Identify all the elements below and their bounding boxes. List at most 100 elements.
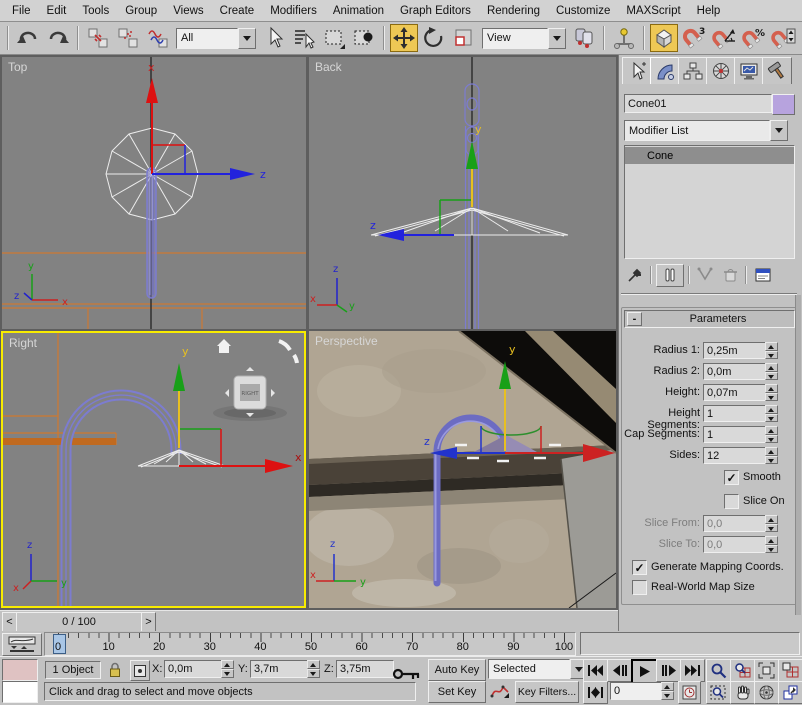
radius2-field[interactable]: 0,0m <box>703 363 769 380</box>
move-gizmo-top[interactable]: x z <box>146 61 266 181</box>
height-field[interactable]: 0,07m <box>703 384 769 401</box>
object-color-swatch[interactable] <box>772 94 795 115</box>
frame-spinner[interactable] <box>661 682 674 700</box>
bind-to-space-warp-button[interactable] <box>144 24 172 52</box>
menu-item-modifiers[interactable]: Modifiers <box>262 2 325 20</box>
maximize-viewport-toggle[interactable] <box>778 681 802 704</box>
tab-utilities[interactable] <box>762 57 792 84</box>
x-spinner[interactable] <box>221 660 234 678</box>
set-key-button[interactable]: Set Key <box>428 681 486 703</box>
real-world-map-checkbox[interactable] <box>632 580 647 595</box>
time-slider-prev-button[interactable]: < <box>2 612 17 632</box>
panel-scrollbar[interactable] <box>795 295 801 615</box>
undo-button[interactable] <box>14 24 42 52</box>
rollout-collapse-button[interactable]: - <box>627 312 642 326</box>
tab-motion[interactable] <box>706 57 736 84</box>
spinner-snap-button[interactable] <box>770 24 798 52</box>
sides-field[interactable]: 12 <box>703 447 769 464</box>
go-to-start-button[interactable] <box>583 659 608 682</box>
mini-curve-editor-button[interactable] <box>2 633 42 656</box>
z-coordinate-field[interactable]: 3,75m <box>336 660 394 678</box>
zoom-extents-all-button[interactable] <box>778 659 802 682</box>
current-frame-field[interactable]: 0 <box>610 682 666 700</box>
auto-key-button[interactable]: Auto Key <box>428 659 486 681</box>
cap-segments-spinner[interactable] <box>765 426 778 443</box>
tab-create[interactable] <box>622 57 652 84</box>
time-slider-handle[interactable]: 0 / 100 <box>16 612 142 632</box>
height-spinner[interactable] <box>765 384 778 401</box>
sides-spinner[interactable] <box>765 447 778 464</box>
menu-item-customize[interactable]: Customize <box>548 2 618 20</box>
zoom-extents-button[interactable] <box>754 659 779 682</box>
configure-modifier-sets-button[interactable] <box>751 265 775 285</box>
rectangular-selection-region-button[interactable] <box>320 24 348 52</box>
zoom-region-button[interactable] <box>706 681 731 704</box>
selection-lock-toggle[interactable] <box>106 660 124 679</box>
window-crossing-toggle[interactable] <box>350 24 378 52</box>
cap-segments-field[interactable]: 1 <box>703 426 769 443</box>
reference-coordsys-combo[interactable]: View <box>482 28 566 49</box>
viewport-perspective-label[interactable]: Perspective <box>315 334 378 348</box>
viewport-right-active[interactable]: Right <box>1 331 306 608</box>
maxscript-listener-pink[interactable] <box>2 659 38 681</box>
menu-item-animation[interactable]: Animation <box>325 2 392 20</box>
angle-snap-button[interactable] <box>710 24 738 52</box>
redo-button[interactable] <box>44 24 72 52</box>
default-tangent-button[interactable] <box>488 681 512 701</box>
go-to-end-button[interactable] <box>680 659 705 682</box>
percent-snap-button[interactable]: % <box>740 24 768 52</box>
object-name-field[interactable]: Cone01 <box>624 94 772 113</box>
y-spinner[interactable] <box>307 660 320 678</box>
select-and-move-button[interactable] <box>390 24 418 52</box>
viewcube-roll-arrow[interactable] <box>279 341 290 350</box>
make-unique-button[interactable] <box>694 265 716 285</box>
show-end-result-button[interactable] <box>656 264 684 287</box>
pan-button[interactable] <box>730 681 755 704</box>
tab-display[interactable] <box>734 57 764 84</box>
modifier-list-combo[interactable]: Modifier List <box>624 120 788 141</box>
modifier-list-arrow[interactable] <box>770 120 788 141</box>
select-and-link-button[interactable] <box>84 24 112 52</box>
menu-item-create[interactable]: Create <box>212 2 263 20</box>
menu-item-help[interactable]: Help <box>689 2 729 20</box>
modifier-stack[interactable]: Cone <box>624 145 795 259</box>
menu-item-maxscript[interactable]: MAXScript <box>618 2 688 20</box>
reference-coordsys-arrow[interactable] <box>548 28 566 49</box>
x-coordinate-field[interactable]: 0,0m <box>164 660 226 678</box>
menu-item-tools[interactable]: Tools <box>74 2 117 20</box>
key-filters-button[interactable]: Key Filters... <box>515 681 579 703</box>
remove-modifier-button[interactable] <box>719 265 741 285</box>
time-configuration-button[interactable] <box>678 681 701 704</box>
absolute-mode-toggle[interactable] <box>130 660 150 681</box>
selection-filter-arrow[interactable] <box>238 28 256 49</box>
select-and-scale-button[interactable] <box>450 24 478 52</box>
menu-item-edit[interactable]: Edit <box>39 2 75 20</box>
menu-item-rendering[interactable]: Rendering <box>479 2 548 20</box>
snaps-toggle-button[interactable] <box>650 24 678 52</box>
tab-modify[interactable] <box>650 57 680 84</box>
tab-hierarchy[interactable] <box>678 57 708 84</box>
generate-mapping-checkbox[interactable]: ✓ <box>632 560 647 575</box>
viewport-back-label[interactable]: Back <box>315 60 342 74</box>
selection-filter-combo[interactable]: All <box>176 28 256 49</box>
previous-frame-button[interactable] <box>607 659 632 682</box>
smooth-checkbox[interactable]: ✓ <box>724 470 739 485</box>
maxscript-listener-white[interactable] <box>2 681 38 703</box>
viewcube-home-icon[interactable] <box>217 339 231 353</box>
radius1-field[interactable]: 0,25m <box>703 342 769 359</box>
select-object-button[interactable] <box>260 24 288 52</box>
slice-on-checkbox[interactable] <box>724 494 739 509</box>
zoom-all-button[interactable] <box>730 659 755 682</box>
time-slider-next-button[interactable]: > <box>141 612 156 632</box>
arc-rotate-button[interactable] <box>754 681 779 704</box>
radius2-spinner[interactable] <box>765 363 778 380</box>
select-by-name-button[interactable] <box>290 24 318 52</box>
viewport-perspective[interactable]: Perspective <box>309 331 616 608</box>
pin-stack-button[interactable] <box>624 265 646 285</box>
viewcube[interactable]: RIGHT <box>213 339 297 421</box>
key-mode-toggle[interactable] <box>583 681 608 704</box>
unlink-selection-button[interactable] <box>114 24 142 52</box>
select-and-rotate-button[interactable] <box>420 24 448 52</box>
viewport-back[interactable]: Back <box>309 57 616 329</box>
menu-item-graph-editors[interactable]: Graph Editors <box>392 2 479 20</box>
